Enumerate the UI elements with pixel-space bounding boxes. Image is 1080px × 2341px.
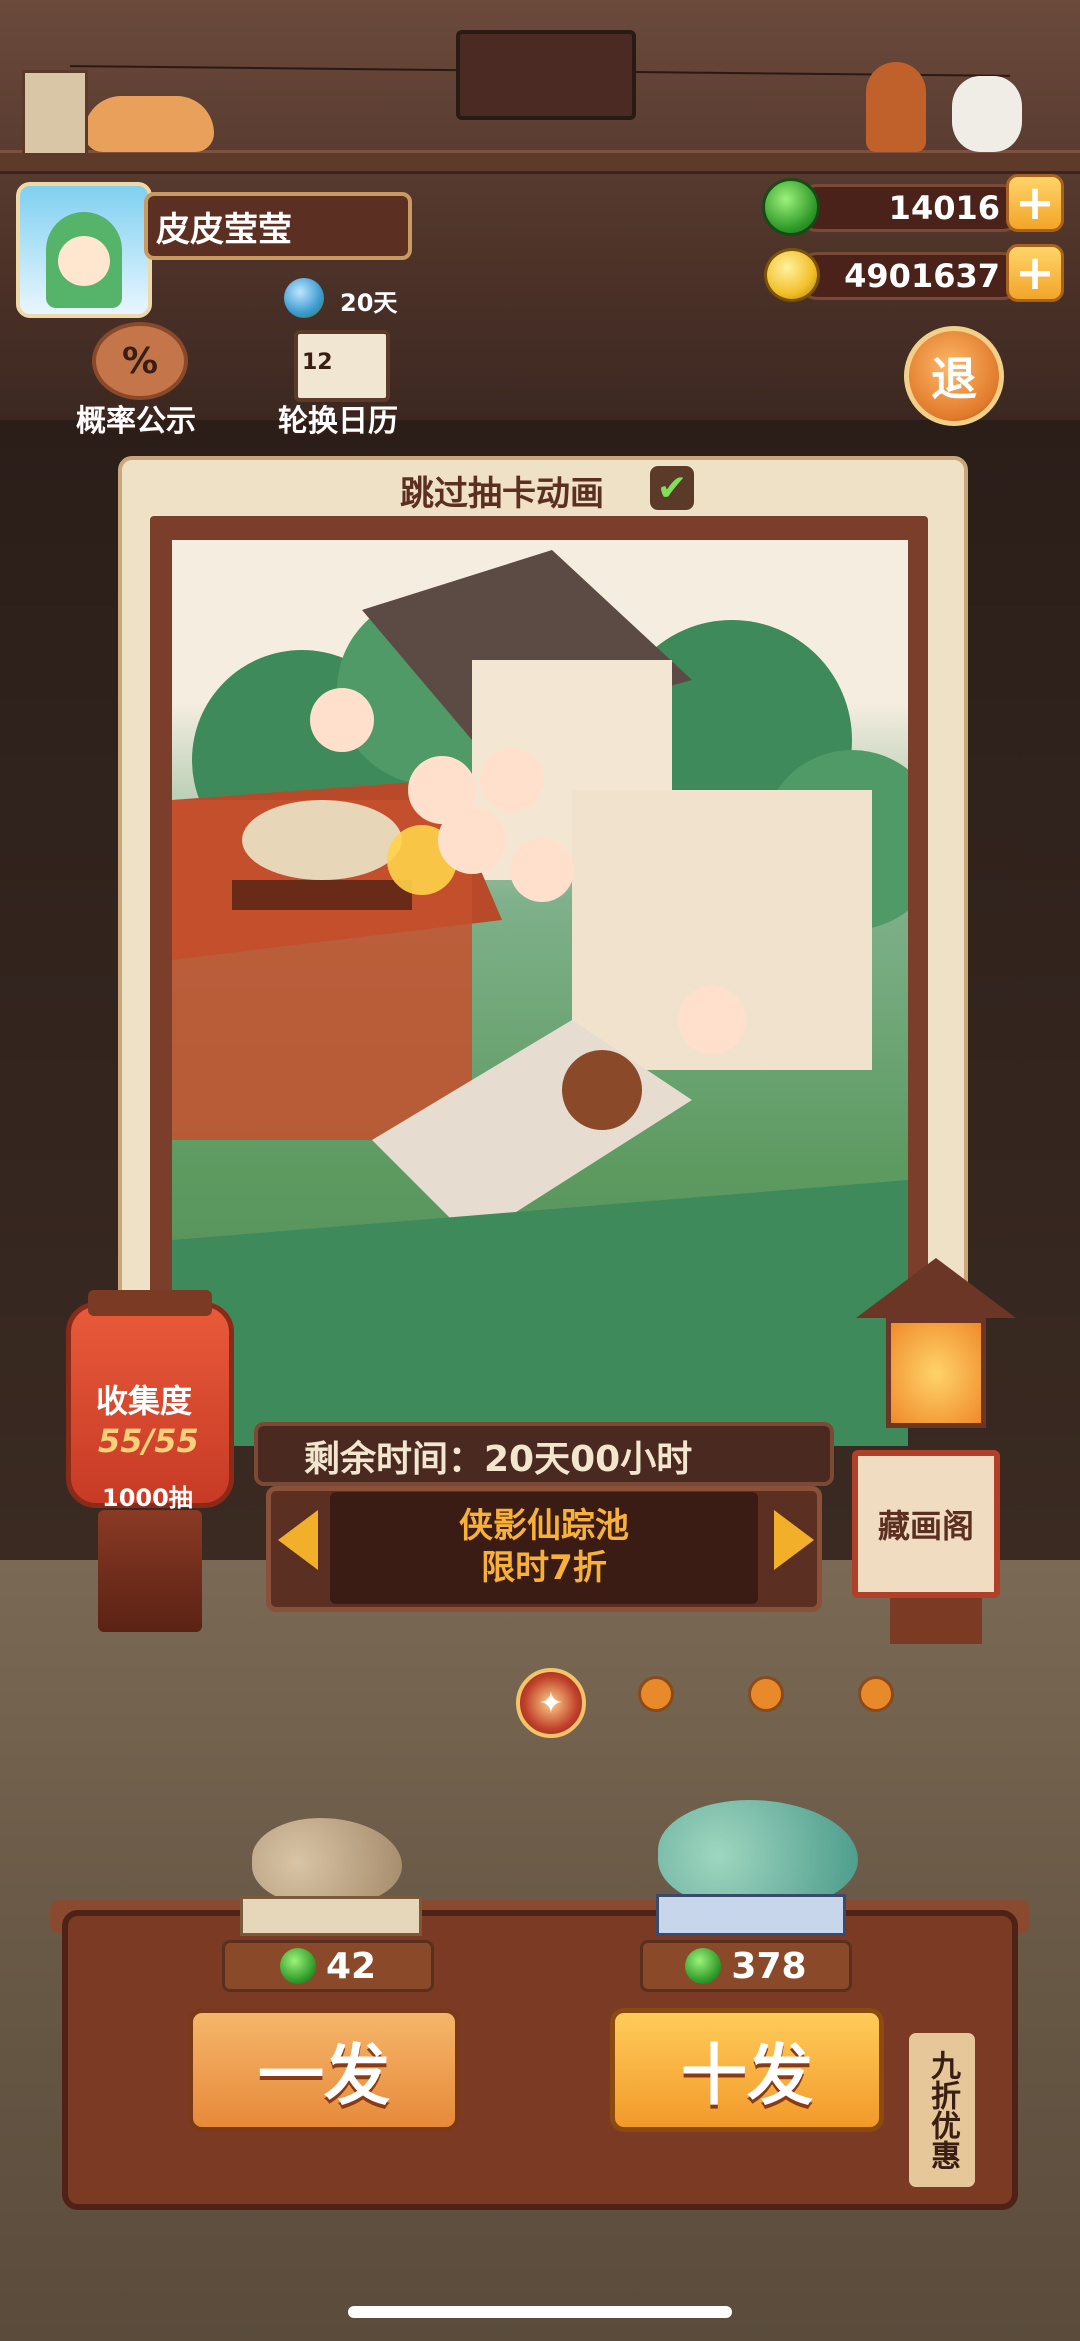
- ten-draw-button[interactable]: 十发: [610, 2008, 884, 2132]
- white-cat-icon: [952, 76, 1022, 152]
- gallery-stand: [890, 1598, 982, 1644]
- cat-portrait-icon: [456, 30, 636, 120]
- page-indicator[interactable]: [858, 1676, 894, 1712]
- lantern-light-icon: [886, 1318, 986, 1428]
- book-stack-icon: [240, 1896, 422, 1936]
- ten-price-value: 378: [731, 1945, 807, 1987]
- exit-button[interactable]: 退: [904, 326, 1004, 426]
- collection-count: 55/55: [98, 1422, 199, 1460]
- discount-tag: 九折优惠: [906, 2030, 978, 2190]
- calendar-number: 12: [302, 350, 333, 375]
- add-jade-button[interactable]: +: [1006, 174, 1064, 232]
- probability-button-label[interactable]: 概率公示: [76, 396, 196, 440]
- jade-icon: [279, 1948, 316, 1984]
- lantern-stand: [98, 1510, 202, 1632]
- page-indicator[interactable]: [748, 1676, 784, 1712]
- percent-icon[interactable]: %: [92, 322, 188, 400]
- sleeping-cat-icon: [84, 96, 214, 152]
- skip-animation-checkbox[interactable]: ✔: [650, 466, 694, 510]
- paw-sign-icon: [22, 70, 88, 156]
- pool-discount: 限时7折: [481, 1548, 607, 1588]
- home-indicator[interactable]: [348, 2306, 732, 2318]
- single-draw-button[interactable]: 一发: [188, 2008, 460, 2132]
- login-days: 20天: [340, 289, 398, 317]
- collection-title: 收集度: [96, 1382, 193, 1420]
- skip-animation-label[interactable]: 跳过抽卡动画: [400, 466, 604, 515]
- decor-beam: [0, 150, 1080, 174]
- character-figure-icon: [866, 62, 926, 152]
- jade-icon: [685, 1948, 722, 1984]
- lantern-cap: [88, 1290, 212, 1316]
- gallery-button[interactable]: 藏画阁: [852, 1450, 1000, 1598]
- rotation-calendar-label[interactable]: 轮换日历: [278, 396, 398, 440]
- collection-draws: 1000抽: [102, 1484, 193, 1512]
- gallery-label: 藏画阁: [877, 1507, 974, 1545]
- book-stack-icon: [656, 1894, 846, 1936]
- coin-amount: 4901637: [844, 257, 1000, 295]
- previous-pool-arrow-icon[interactable]: [278, 1510, 318, 1570]
- player-name: 皮皮莹莹: [156, 210, 292, 250]
- page-indicator-active[interactable]: ✦: [516, 1668, 586, 1738]
- single-draw-price: 42: [222, 1940, 434, 1992]
- next-pool-arrow-icon[interactable]: [774, 1510, 814, 1570]
- page-indicator[interactable]: [638, 1676, 674, 1712]
- avatar[interactable]: [16, 182, 152, 318]
- single-price-value: 42: [325, 1945, 377, 1987]
- add-coin-button[interactable]: +: [1006, 244, 1064, 302]
- remaining-time: 剩余时间：20天00小时: [304, 1439, 693, 1480]
- ten-draw-price: 378: [640, 1940, 852, 1992]
- globe-icon: [284, 278, 324, 318]
- bbq-scene-illustration: [172, 540, 908, 1446]
- jade-amount: 14016: [888, 189, 1000, 227]
